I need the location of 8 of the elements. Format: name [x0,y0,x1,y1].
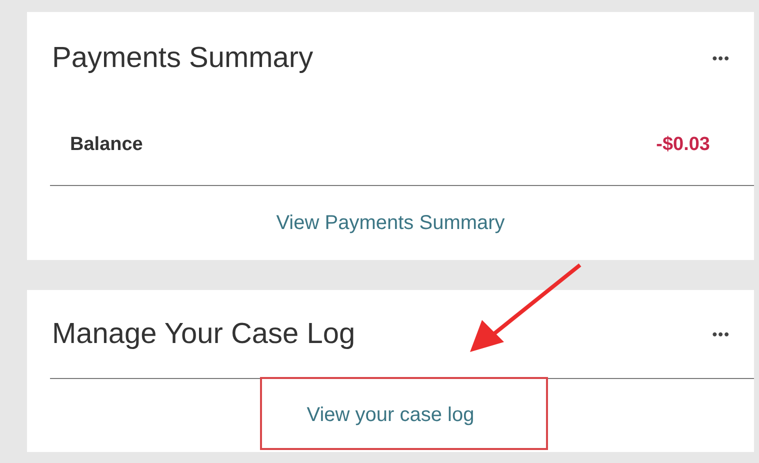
card-title: Payments Summary [52,42,314,74]
more-menu-button[interactable]: ••• [712,326,730,342]
card-title: Manage Your Case Log [52,318,356,350]
view-case-log-link[interactable]: View your case log [306,404,474,427]
more-menu-button[interactable]: ••• [712,50,730,66]
balance-label: Balance [70,134,143,156]
view-payments-link[interactable]: View Payments Summary [276,212,505,234]
balance-amount: -$0.03 [656,134,710,156]
